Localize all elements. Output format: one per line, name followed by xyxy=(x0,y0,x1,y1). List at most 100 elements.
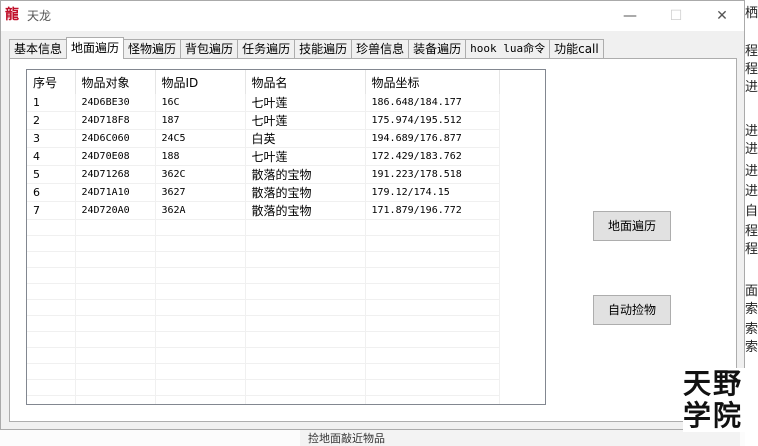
table-cell xyxy=(365,251,500,268)
table-row[interactable]: 6 24D71A10 3627 散落的宝物 179.12/174.15 xyxy=(27,183,500,202)
table-cell: 194.689/176.877 xyxy=(365,129,500,148)
watermark-line-2: 学院 xyxy=(683,399,744,432)
column-header-item-name[interactable]: 物品名 xyxy=(245,70,366,94)
table-row[interactable] xyxy=(27,283,500,300)
close-icon[interactable]: ✕ xyxy=(699,1,745,31)
table-row[interactable] xyxy=(27,347,500,364)
background-text-fragment: 进 xyxy=(745,124,758,139)
table-cell xyxy=(27,283,76,300)
table-cell xyxy=(27,299,76,316)
table-row[interactable] xyxy=(27,219,500,236)
table-cell xyxy=(27,395,76,404)
table-row[interactable] xyxy=(27,379,500,396)
ground-items-list[interactable]: 序号 物品对象 物品ID 物品名 物品坐标 1 24D6BE30 16C 七叶莲 186… xyxy=(26,69,546,405)
table-cell xyxy=(245,347,366,364)
table-cell: 2 xyxy=(27,111,76,130)
table-cell xyxy=(155,331,246,348)
table-cell: 1 xyxy=(27,94,76,112)
table-cell xyxy=(155,283,246,300)
table-cell xyxy=(27,267,76,284)
minimize-icon[interactable]: — xyxy=(607,1,653,31)
table-row[interactable] xyxy=(27,331,500,348)
table-cell: 6 xyxy=(27,183,76,202)
table-cell: 24D71A10 xyxy=(75,183,156,202)
table-cell xyxy=(365,219,500,236)
table-cell xyxy=(75,283,156,300)
tab-quest-traverse[interactable]: 任务遍历 xyxy=(237,39,296,59)
table-row[interactable]: 7 24D720A0 362A 散落的宝物 171.879/196.772 xyxy=(27,201,500,220)
column-header-index[interactable]: 序号 xyxy=(27,70,76,94)
table-row[interactable] xyxy=(27,299,500,316)
table-cell: 七叶莲 xyxy=(245,147,366,166)
watermark-logo: 天野 学院 xyxy=(683,368,758,432)
table-cell xyxy=(365,347,500,364)
table-row[interactable] xyxy=(27,235,500,252)
tab-equipment-traverse[interactable]: 装备遍历 xyxy=(408,39,467,59)
tab-basic-info[interactable]: 基本信息 xyxy=(9,39,68,59)
table-cell: 186.648/184.177 xyxy=(365,94,500,112)
table-cell: 24D718F8 xyxy=(75,111,156,130)
background-text-fragment: 程 xyxy=(745,242,758,257)
ground-traverse-button[interactable]: 地面遍历 xyxy=(593,211,671,241)
tab-ground-traverse[interactable]: 地面遍历 xyxy=(66,37,125,59)
table-cell xyxy=(155,267,246,284)
table-row[interactable] xyxy=(27,395,500,404)
table-cell: 187 xyxy=(155,111,246,130)
table-row[interactable] xyxy=(27,315,500,332)
tab-pet-info[interactable]: 珍兽信息 xyxy=(351,39,410,59)
auto-pickup-button[interactable]: 自动捡物 xyxy=(593,295,671,325)
background-text-fragment: 索 xyxy=(745,322,758,337)
table-cell: 七叶莲 xyxy=(245,94,366,112)
table-cell xyxy=(75,219,156,236)
table-cell xyxy=(245,331,366,348)
title-bar[interactable]: 龍 天龙 — ☐ ✕ xyxy=(1,1,744,31)
table-cell: 24D6C060 xyxy=(75,129,156,148)
table-cell: 362C xyxy=(155,165,246,184)
table-cell xyxy=(27,315,76,332)
table-cell: 5 xyxy=(27,165,76,184)
table-cell xyxy=(365,235,500,252)
tab-hook-lua-command[interactable]: hook lua命令 xyxy=(465,39,551,59)
window-title: 天龙 xyxy=(27,9,52,23)
table-row[interactable] xyxy=(27,267,500,284)
column-header-object[interactable]: 物品对象 xyxy=(75,70,156,94)
table-cell: 24C5 xyxy=(155,129,246,148)
maximize-icon[interactable]: ☐ xyxy=(653,1,699,31)
background-text-fragment: 程 xyxy=(745,224,758,239)
tab-monster-traverse[interactable]: 怪物遍历 xyxy=(123,39,182,59)
table-cell: 16C xyxy=(155,94,246,112)
table-row[interactable] xyxy=(27,363,500,380)
table-row[interactable] xyxy=(27,251,500,268)
table-cell xyxy=(75,395,156,404)
column-header-item-id[interactable]: 物品ID xyxy=(155,70,246,94)
background-text-fragment: 进 xyxy=(745,142,758,157)
tab-skill-traverse[interactable]: 技能遍历 xyxy=(294,39,353,59)
table-cell xyxy=(365,395,500,404)
table-cell: 188 xyxy=(155,147,246,166)
background-text-fragment: 自 xyxy=(745,204,758,219)
watermark-line-1: 天野 xyxy=(683,367,744,400)
table-cell xyxy=(245,363,366,380)
background-text-fragment: 索 xyxy=(745,302,758,317)
table-cell xyxy=(27,379,76,396)
table-cell: 175.974/195.512 xyxy=(365,111,500,130)
table-cell xyxy=(245,395,366,404)
table-row[interactable]: 3 24D6C060 24C5 白英 194.689/176.877 xyxy=(27,129,500,148)
table-row[interactable]: 5 24D71268 362C 散落的宝物 191.223/178.518 xyxy=(27,165,500,184)
table-cell xyxy=(245,251,366,268)
table-row[interactable]: 2 24D718F8 187 七叶莲 175.974/195.512 xyxy=(27,111,500,130)
table-row[interactable]: 4 24D70E08 188 七叶莲 172.429/183.762 xyxy=(27,147,500,166)
table-cell xyxy=(155,395,246,404)
table-cell xyxy=(245,299,366,316)
table-cell: 362A xyxy=(155,201,246,220)
background-text-fragment: 进 xyxy=(745,164,758,179)
tab-backpack-traverse[interactable]: 背包遍历 xyxy=(180,39,239,59)
table-cell xyxy=(365,331,500,348)
table-cell xyxy=(27,235,76,252)
table-cell xyxy=(75,267,156,284)
table-cell: 7 xyxy=(27,201,76,220)
tab-page-ground-traverse: 序号 物品对象 物品ID 物品名 物品坐标 1 24D6BE30 16C 七叶莲 186… xyxy=(9,58,737,422)
tab-function-call[interactable]: 功能call xyxy=(549,39,604,59)
column-header-coords[interactable]: 物品坐标 xyxy=(365,70,500,94)
table-row[interactable]: 1 24D6BE30 16C 七叶莲 186.648/184.177 xyxy=(27,94,500,112)
